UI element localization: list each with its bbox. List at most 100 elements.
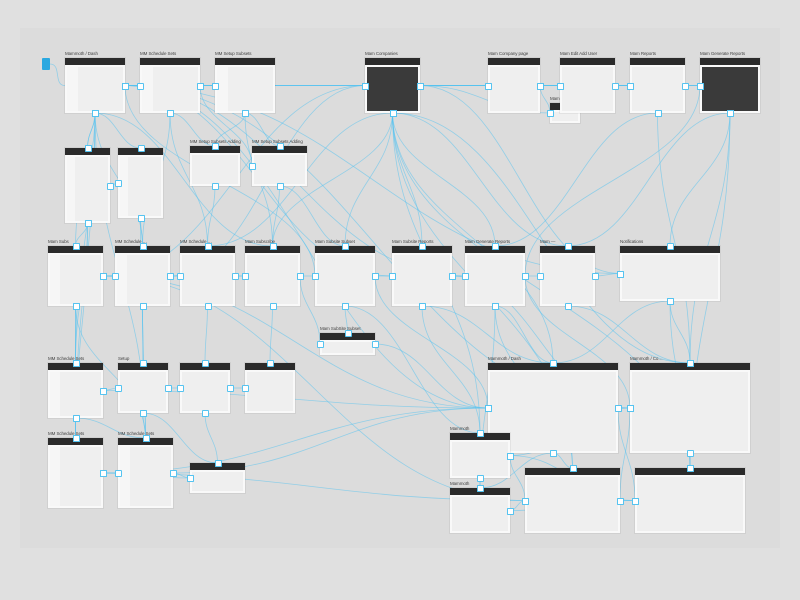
artboard-d5[interactable] — [525, 468, 620, 533]
artboard-a11[interactable] — [190, 146, 240, 186]
artboard-body — [192, 472, 243, 491]
artboard-body — [632, 67, 683, 111]
artboard-a3[interactable] — [365, 58, 420, 113]
artboard-titlebar — [488, 58, 540, 65]
link-anchor — [277, 183, 284, 190]
artboard-label: Mam Company page — [488, 51, 528, 56]
artboard-sidebar — [67, 157, 75, 221]
artboard-titlebar — [560, 58, 615, 65]
link-anchor — [112, 273, 119, 280]
artboard-body — [490, 67, 538, 111]
link — [88, 113, 96, 148]
artboard-body — [367, 67, 418, 111]
link-anchor — [687, 465, 694, 472]
link-anchor — [449, 273, 456, 280]
link-anchor — [372, 341, 379, 348]
artboard-b7[interactable] — [540, 246, 595, 306]
link — [393, 113, 691, 363]
start-node[interactable] — [42, 58, 50, 70]
artboard-d1[interactable] — [118, 438, 173, 508]
link-anchor — [138, 145, 145, 152]
artboard-c2[interactable] — [180, 363, 230, 413]
artboard-a4[interactable] — [488, 58, 540, 113]
artboard-c5[interactable] — [630, 363, 750, 453]
link-anchor — [242, 110, 249, 117]
link-anchor — [565, 243, 572, 250]
link-anchor — [137, 83, 144, 90]
artboard-b4[interactable] — [315, 246, 375, 306]
link-anchor — [212, 143, 219, 150]
artboard-body — [542, 255, 593, 304]
link — [568, 113, 731, 246]
link-anchor — [167, 110, 174, 117]
link-anchor — [537, 273, 544, 280]
link — [540, 86, 550, 114]
artboard-d6[interactable] — [635, 468, 745, 533]
link-anchor — [632, 498, 639, 505]
link — [568, 306, 691, 363]
artboard-b1[interactable] — [115, 246, 170, 306]
artboard-b2[interactable] — [180, 246, 235, 306]
artboard-body — [50, 447, 101, 506]
artboard-c1[interactable] — [118, 363, 168, 413]
artboard-label: Mammoth / Co… — [630, 356, 663, 361]
artboard-a2[interactable] — [215, 58, 275, 113]
link — [393, 113, 568, 246]
link-anchor — [122, 83, 129, 90]
link — [205, 306, 208, 363]
artboard-a9[interactable] — [65, 148, 110, 223]
link-anchor — [92, 110, 99, 117]
artboard-titlebar — [630, 58, 685, 65]
artboard-sidebar — [50, 447, 60, 506]
link-anchor — [419, 243, 426, 250]
artboard-d3[interactable] — [450, 433, 510, 478]
artboard-a6[interactable] — [560, 58, 615, 113]
link-anchor — [617, 498, 624, 505]
artboard-d2[interactable] — [190, 463, 245, 493]
artboard-b5[interactable] — [392, 246, 452, 306]
link-anchor — [140, 303, 147, 310]
artboard-a0[interactable] — [65, 58, 125, 113]
artboard-c0[interactable] — [48, 363, 103, 418]
artboard-body — [247, 372, 293, 411]
link-anchor — [73, 435, 80, 442]
link — [422, 306, 553, 363]
link-anchor — [477, 430, 484, 437]
link-anchor — [492, 243, 499, 250]
link — [393, 113, 423, 246]
artboard-body — [117, 255, 168, 304]
link-anchor — [389, 273, 396, 280]
link — [205, 413, 218, 463]
link — [393, 113, 496, 246]
link-anchor — [342, 303, 349, 310]
artboard-titlebar — [140, 58, 200, 65]
link-anchor — [267, 360, 274, 367]
artboard-a1[interactable] — [140, 58, 200, 113]
prototype-canvas[interactable]: Mammoth / DashMM Schedule SetsMM Setup S… — [20, 28, 780, 548]
link-anchor — [297, 273, 304, 280]
artboard-c3[interactable] — [245, 363, 295, 413]
artboard-d0[interactable] — [48, 438, 103, 508]
link-anchor — [138, 215, 145, 222]
artboard-sidebar — [50, 255, 60, 304]
artboard-a12[interactable] — [252, 146, 307, 186]
link-anchor — [115, 470, 122, 477]
artboard-a8[interactable] — [700, 58, 760, 113]
artboard-b3[interactable] — [245, 246, 300, 306]
artboard-label: Mammoth / Dash — [65, 51, 98, 56]
artboard-b0[interactable] — [48, 246, 103, 306]
link-anchor — [492, 303, 499, 310]
artboard-a7[interactable] — [630, 58, 685, 113]
artboard-d4[interactable] — [450, 488, 510, 533]
artboard-body — [120, 447, 171, 506]
link — [495, 113, 658, 246]
artboard-b8[interactable] — [620, 246, 720, 301]
link-anchor — [477, 475, 484, 482]
artboard-b6[interactable] — [465, 246, 525, 306]
artboard-a10[interactable] — [118, 148, 163, 218]
link-anchor — [727, 110, 734, 117]
artboard-body — [637, 477, 743, 531]
artboard-label: Mammoth / Dash — [488, 356, 521, 361]
link-anchor — [270, 243, 277, 250]
artboard-body — [552, 112, 578, 121]
